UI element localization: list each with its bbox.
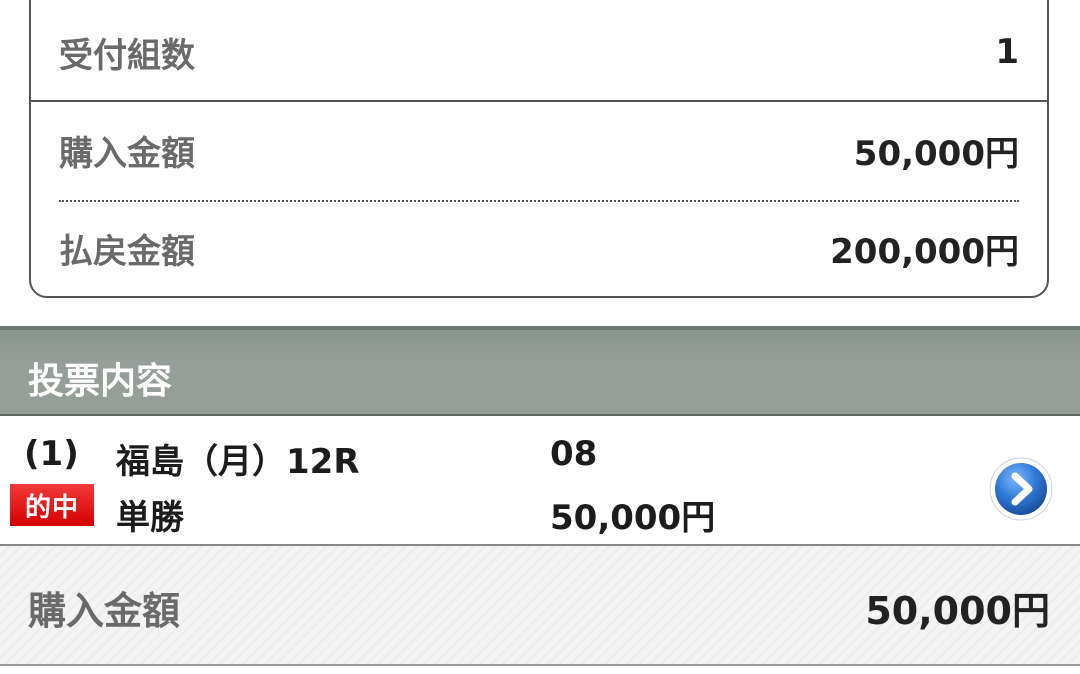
dotted-divider <box>59 200 1019 202</box>
total-purchase-value: 50,000円 <box>865 589 1050 633</box>
summary-card: 受付組数 1 購入金額 50,000円 払戻金額 200,000円 <box>29 0 1049 298</box>
hit-badge: 的中 <box>10 484 94 526</box>
total-purchase-label: 購入金額 <box>28 589 181 633</box>
bet-amount: 50,000円 <box>550 498 716 538</box>
bet-horse-number: 08 <box>550 434 598 474</box>
bet-item[interactable]: (1) 福島（月）12R 08 的中 単勝 50,000円 <box>0 416 1080 546</box>
accepted-count-label: 受付組数 <box>59 35 195 76</box>
payout-amount-row: 払戻金額 200,000円 <box>59 220 1019 276</box>
divider <box>31 100 1047 102</box>
bet-index: (1) <box>24 434 79 474</box>
total-row: 購入金額 50,000円 <box>0 546 1080 666</box>
accepted-count-row: 受付組数 1 <box>59 24 1019 80</box>
purchase-amount-row: 購入金額 50,000円 <box>59 122 1019 178</box>
section-header: 投票内容 <box>0 326 1080 416</box>
purchase-amount-label: 購入金額 <box>59 133 195 174</box>
payout-amount-label: 払戻金額 <box>59 231 195 272</box>
bet-type: 単勝 <box>116 498 184 538</box>
section-title: 投票内容 <box>28 361 173 402</box>
payout-amount-value: 200,000円 <box>830 231 1019 272</box>
accepted-count-value: 1 <box>995 32 1019 72</box>
purchase-amount-value: 50,000円 <box>853 133 1019 174</box>
bet-race: 福島（月）12R <box>116 442 360 482</box>
chevron-right-circle-icon[interactable] <box>988 456 1054 522</box>
